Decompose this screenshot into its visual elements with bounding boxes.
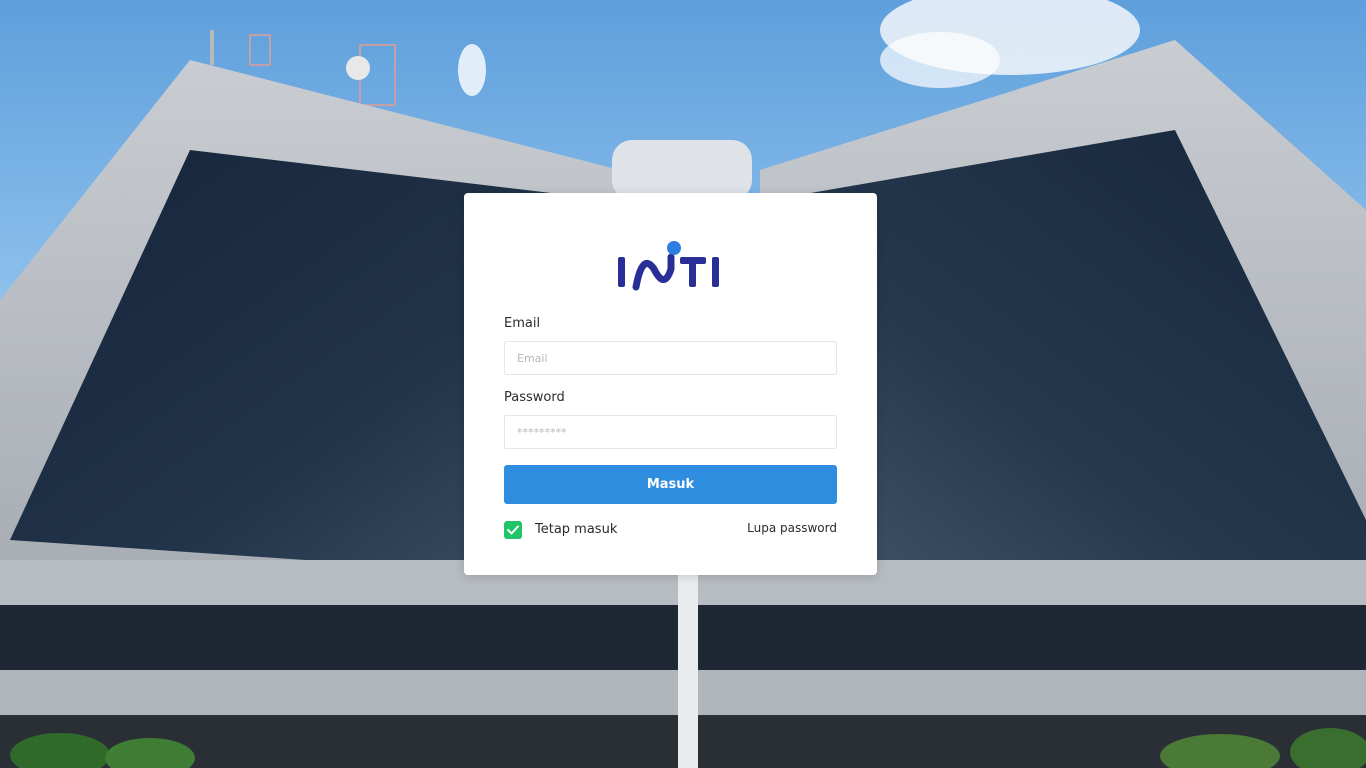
remember-me[interactable]: Tetap masuk [504, 520, 617, 539]
inti-logo [464, 239, 877, 295]
check-icon [507, 525, 519, 534]
remember-checkbox[interactable] [504, 520, 522, 539]
remember-label: Tetap masuk [535, 522, 618, 537]
login-card: Email Password Masuk Tetap masuk Lupa pa… [464, 193, 877, 575]
forgot-password-link[interactable]: Lupa password [747, 521, 837, 535]
email-label: Email [504, 316, 541, 331]
email-input[interactable] [504, 341, 837, 375]
password-label: Password [504, 390, 565, 405]
login-button[interactable]: Masuk [504, 465, 837, 504]
password-input[interactable] [504, 415, 837, 449]
